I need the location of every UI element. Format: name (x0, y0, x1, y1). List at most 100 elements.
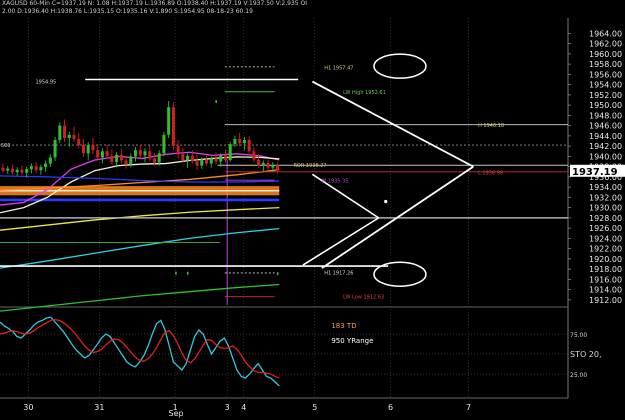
stochastic-line (0, 318, 280, 379)
date-label: 4 (241, 403, 246, 412)
price-tick-label: 1924.00 (589, 234, 622, 243)
price-chart: 1954.95 500 H1 1957.47 LW High 1952.61 H 194… (0, 18, 625, 418)
candle-body (72, 134, 76, 139)
moving-average-line (0, 151, 280, 206)
candle-body (181, 154, 185, 161)
candle-body (77, 138, 81, 146)
date-label: Sep (169, 409, 184, 418)
highlight-ellipse-bottom (373, 261, 427, 287)
price-tick-label: 1958.00 (589, 60, 622, 69)
candle-body (134, 150, 138, 157)
stoch-tick-label: 25.00 (570, 372, 587, 379)
candle-body (242, 139, 246, 144)
stochastic-line (0, 316, 280, 387)
candle-body (257, 159, 261, 166)
candles-layer (1, 101, 280, 178)
price-level-label: L 1936.98 (478, 170, 503, 176)
grid-layer (0, 18, 569, 399)
candle-body (186, 155, 190, 161)
price-level-label: M 1935.35 (322, 178, 349, 184)
levels-layer (0, 66, 568, 298)
price-tick-label: 1944.00 (589, 132, 622, 141)
candle-body (115, 154, 119, 163)
price-tick-label: 1920.00 (589, 255, 622, 264)
candle-body (53, 139, 57, 158)
price-tick-label: 1928.00 (589, 214, 622, 223)
candle-body (171, 107, 175, 147)
signal-marker (215, 100, 217, 103)
price-level-label: H1 1957.47 (324, 66, 353, 72)
candle-body (261, 163, 265, 166)
price-level-label: ROR 1938.27 (293, 163, 326, 169)
candle-body (209, 158, 213, 164)
candle-body (15, 169, 19, 173)
date-label: 31 (94, 403, 104, 412)
candle-body (162, 134, 166, 154)
stoch-tick-label: STO 20, (570, 350, 602, 359)
date-label: 5 (312, 403, 317, 412)
price-tick-label: 1934.00 (589, 183, 622, 192)
inner-chevron-lower (302, 217, 380, 266)
price-tick-label: 1922.00 (589, 245, 622, 254)
date-label: 7 (466, 403, 471, 412)
price-tick-label: 1932.00 (589, 193, 622, 202)
candle-body (34, 166, 38, 171)
moving-average-line (0, 175, 280, 183)
marker-dot (384, 199, 388, 204)
stoch-tick-label: 75.00 (570, 332, 587, 339)
price-tick-label: 1918.00 (589, 265, 622, 274)
price-tick-label: 1964.00 (589, 29, 622, 38)
candle-body (223, 155, 227, 160)
price-level-label: LW High 1952.61 (343, 90, 386, 96)
stoch-annotation-yrange: 950 YRange (331, 337, 373, 345)
candle-body (96, 150, 100, 158)
signal-marker (276, 272, 279, 276)
date-label: 3 (225, 403, 230, 412)
price-tick-label: 1956.00 (589, 70, 622, 79)
candle-body (129, 156, 133, 165)
stoch-annotation-td: 183 TD (331, 322, 356, 330)
candle-body (233, 138, 237, 145)
candle-body (157, 153, 161, 163)
candle-body (39, 167, 43, 171)
price-level-label: H 1946.18 (478, 123, 504, 129)
highlight-ellipse-top (373, 53, 427, 79)
price-tick-label: 1916.00 (589, 275, 622, 284)
drawings-layer (175, 53, 474, 287)
candle-body (190, 155, 194, 162)
candle-body (6, 168, 10, 171)
candle-body (238, 138, 242, 144)
candle-body (276, 165, 280, 171)
candle-body (63, 125, 67, 138)
moving-average-line (0, 227, 280, 269)
candle-body (148, 151, 152, 159)
date-label: 6 (388, 403, 393, 412)
candle-body (1, 167, 5, 171)
price-tick-label: 1930.00 (589, 204, 622, 213)
price-level-label: 1954.95 (36, 80, 57, 86)
price-tick-label: 1954.00 (589, 81, 622, 90)
candle-body (214, 158, 218, 162)
candle-body (176, 146, 180, 155)
candle-body (205, 159, 209, 164)
candle-body (143, 151, 147, 156)
candle-body (105, 151, 109, 156)
price-tick-label: 1962.00 (589, 40, 622, 49)
candle-body (110, 155, 114, 163)
candle-body (48, 157, 52, 164)
current-price-label: 1937.19 (572, 167, 618, 178)
candle-body (124, 160, 128, 165)
candle-body (58, 125, 62, 140)
candle-body (200, 159, 204, 166)
candle-body (20, 169, 24, 173)
price-tick-label: 1942.00 (589, 142, 622, 151)
signal-marker (175, 271, 177, 275)
candle-body (67, 134, 71, 138)
candle-body (25, 169, 29, 173)
candle-body (29, 166, 33, 170)
price-tick-label: 1952.00 (589, 91, 622, 100)
candle-body (266, 163, 270, 168)
price-tick-label: 1926.00 (589, 224, 622, 233)
candle-body (271, 165, 275, 168)
candle-body (195, 161, 199, 166)
